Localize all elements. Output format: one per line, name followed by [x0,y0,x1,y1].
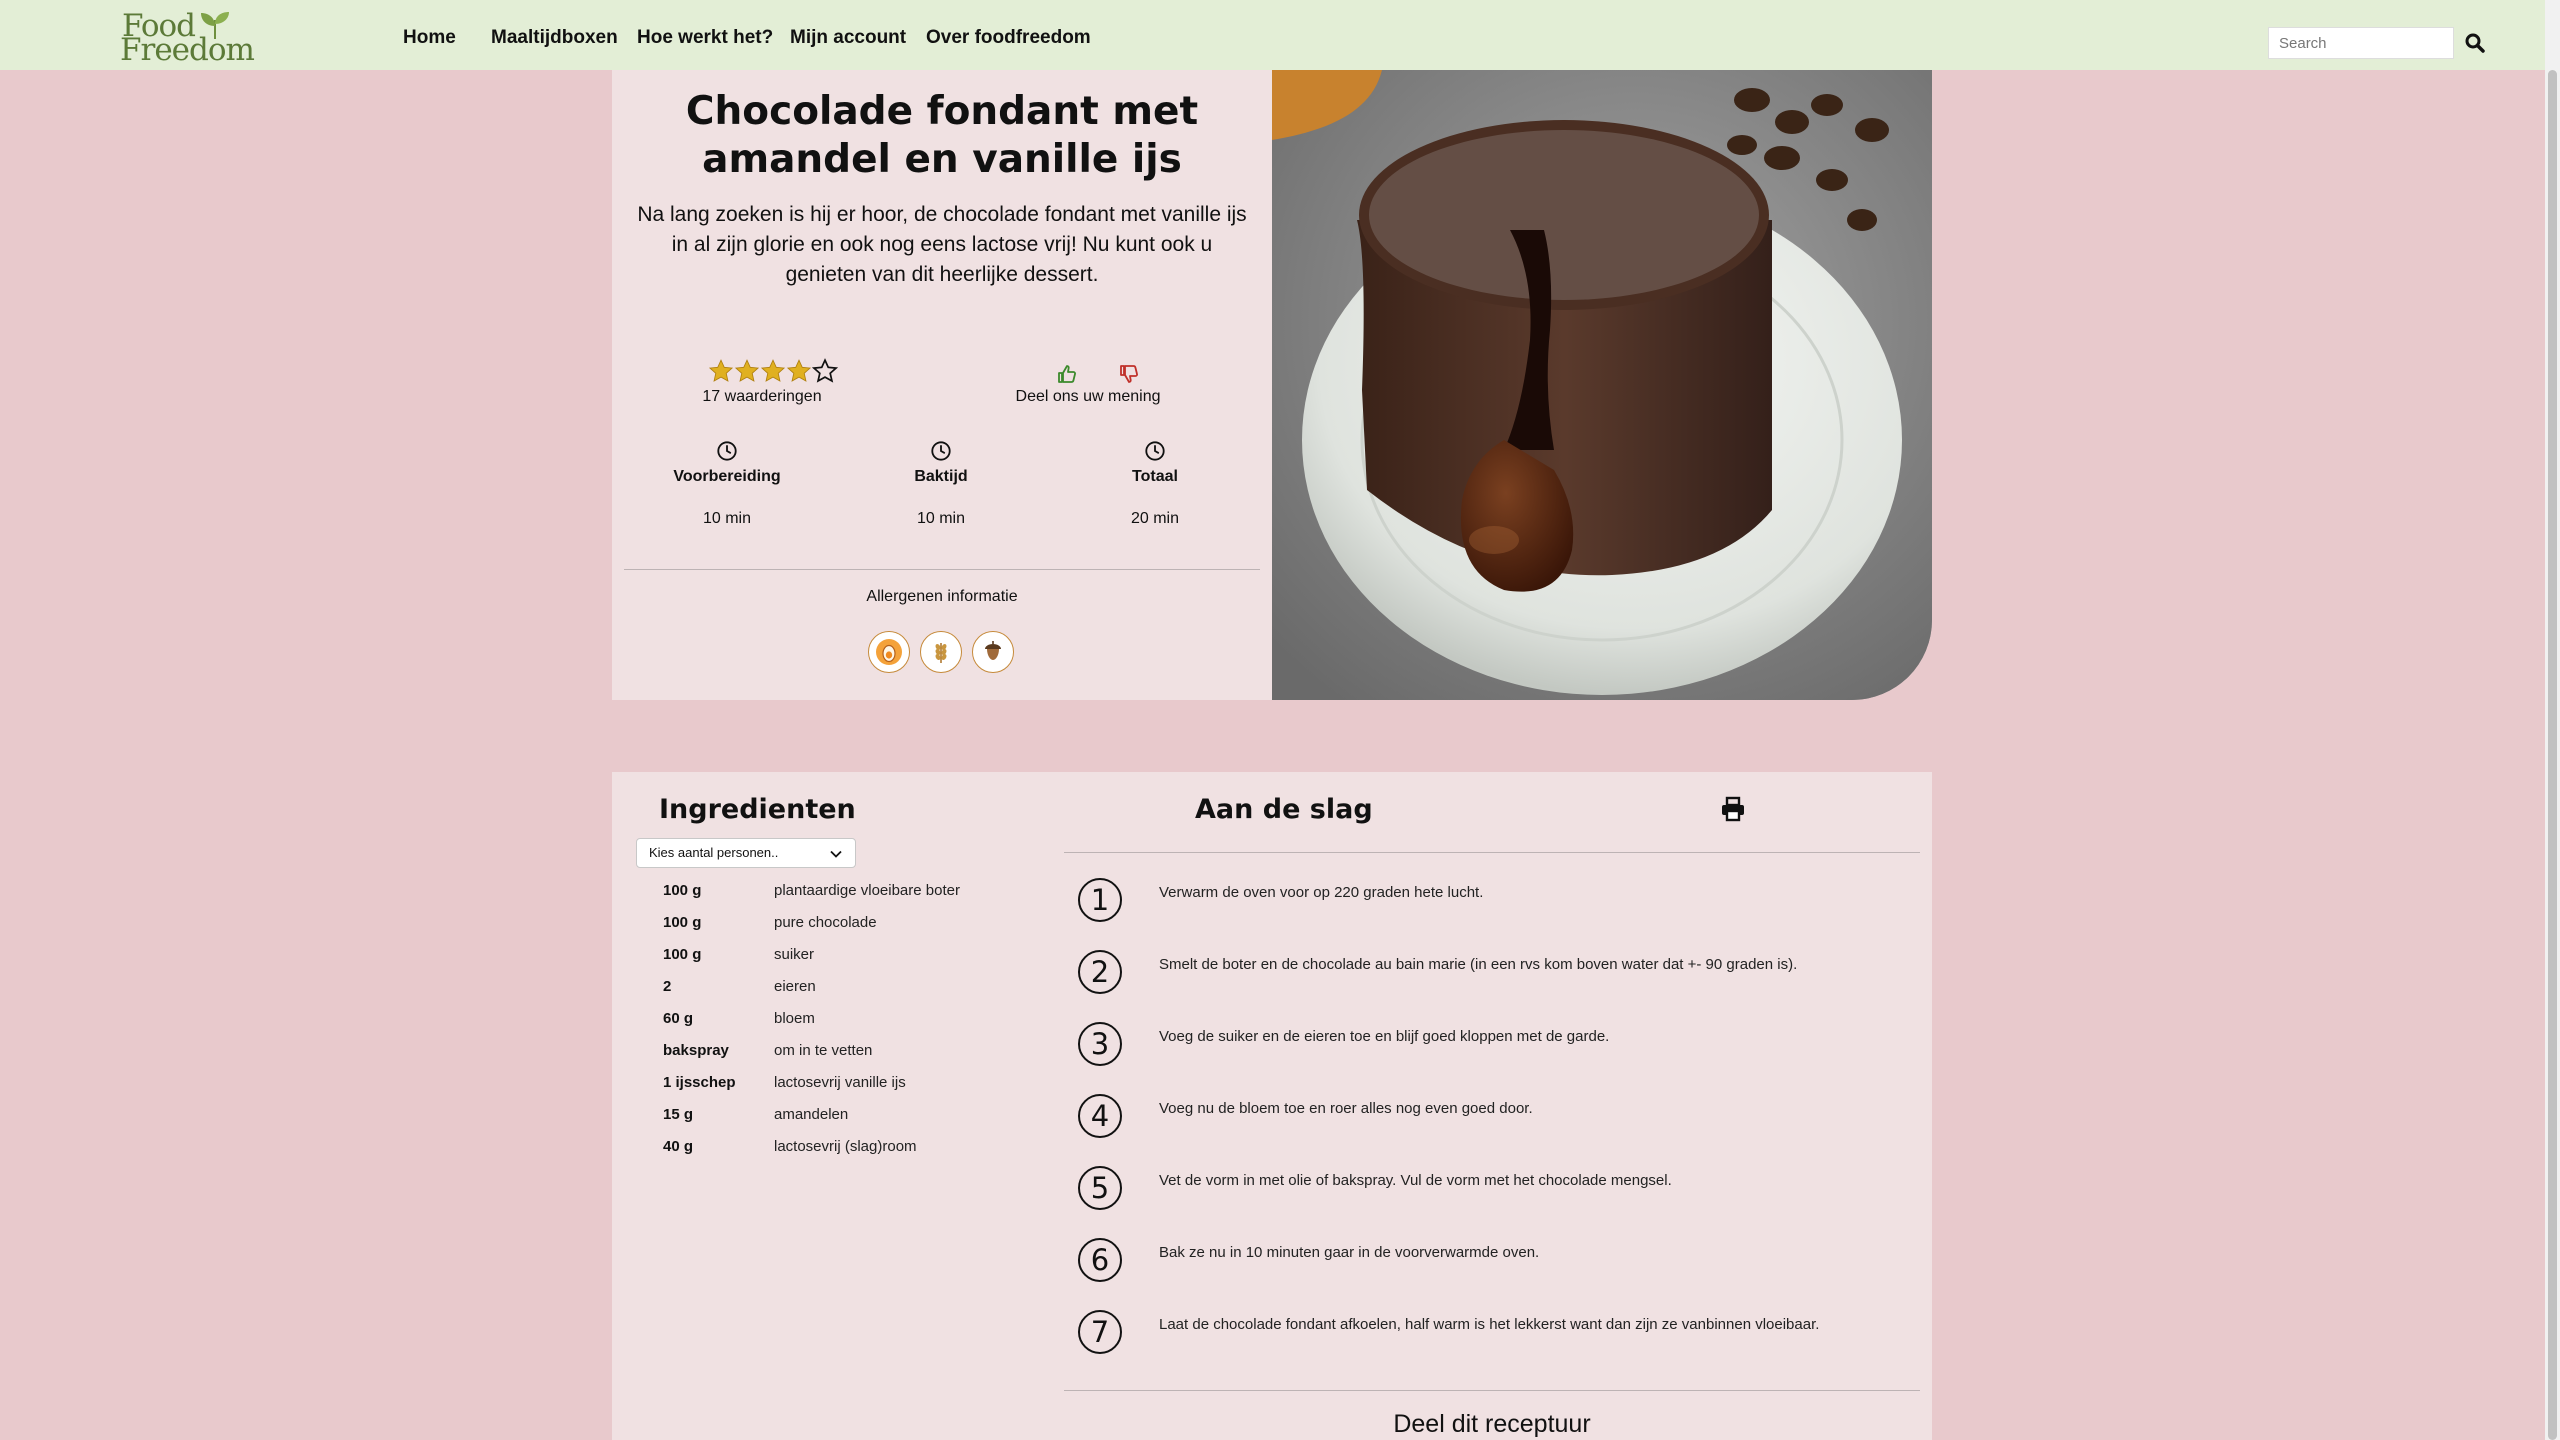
recipe-title: Chocolade fondant met amandel en vanille… [685,89,1199,182]
recipe-header-panel: Chocolade fondant met amandel en vanille… [612,70,1272,700]
ingredient-name: pure chocolade [774,914,877,931]
step-text: Voeg nu de bloem toe en roer alles nog e… [1159,1100,1533,1117]
clock-icon [717,441,737,461]
clock-icon [931,441,951,461]
ingredient-name: amandelen [774,1106,849,1123]
star-empty-icon[interactable] [812,358,838,384]
step-text: Vet de vorm in met olie of bakspray. Vul… [1159,1172,1672,1189]
recipe-intro: Na lang zoeken is hij er hoor, de chocol… [637,203,1247,286]
ingredient-name: bloem [774,1010,815,1027]
time-value: 10 min [702,510,752,527]
search-icon[interactable] [2463,31,2487,55]
rating-stars[interactable] [708,358,838,384]
time-label: Totaal [1132,468,1178,485]
egg-icon [868,631,910,673]
ingredient-amount: bakspray [663,1042,729,1059]
share-recipe-title: Deel dit receptuur [1393,1410,1591,1438]
scrollbar-thumb[interactable] [2548,70,2557,1440]
step-text: Bak ze nu in 10 minuten gaar in de voorv… [1159,1244,1540,1261]
step-number: 1 [1078,878,1122,922]
ingredient-name: eieren [774,978,816,995]
step-item: 4 Voeg nu de bloem toe en roer alles nog … [1078,1094,1898,1142]
time-baking: Baktijd 10 min [841,440,1041,528]
search-input[interactable] [2268,27,2454,59]
star-filled-icon[interactable] [734,358,760,384]
recipe-body-panel: Ingredienten Kies aantal personen.. 100 … [612,772,1932,1440]
ingredient-amount: 15 g [663,1106,694,1123]
star-filled-icon[interactable] [786,358,812,384]
step-item: 3 Voeg de suiker en de eieren toe en blij… [1078,1022,1898,1070]
step-item: 6 Bak ze nu in 10 minuten gaar in de voor… [1078,1238,1898,1286]
nav-link-maaltijdboxen[interactable]: Maaltijdboxen [491,27,618,49]
allergen-title: Allergenen informatie [866,588,1018,605]
time-value: 10 min [916,510,966,527]
step-item: 2 Smelt de boter en de chocolade au bain … [1078,950,1898,998]
share-divider [1064,1390,1920,1391]
nav-link-hoe-werkt-het[interactable]: Hoe werkt het? [637,27,773,49]
section-divider [624,569,1260,570]
ingredient-name: lactosevrij (slag)room [774,1138,917,1155]
step-text: Verwarm de oven voor op 220 graden hete … [1159,884,1484,901]
print-icon[interactable] [1720,796,1746,822]
step-text: Smelt de boter en de chocolade au bain m… [1159,956,1798,973]
step-number: 2 [1078,950,1122,994]
logo-text-freedom: Freedom [120,32,255,68]
ingredients-title: Ingredienten [659,794,856,825]
step-number: 5 [1078,1166,1122,1210]
nav-link-over-foodfreedom[interactable]: Over foodfreedom [926,27,1091,49]
time-preparation: Voorbereiding 10 min [627,440,827,528]
step-number: 6 [1078,1238,1122,1282]
step-item: 5 Vet de vorm in met olie of bakspray. Vu… [1078,1166,1898,1214]
top-navbar: Food Freedom Home Maaltijdboxen Hoe werk… [0,0,2545,70]
food-freedom-logo[interactable]: Food Freedom [120,8,255,66]
step-number: 3 [1078,1022,1122,1066]
page-scrollbar[interactable] [2545,0,2560,1440]
rating-count: 17 waarderingen [702,388,822,405]
nav-link-home[interactable]: Home [403,27,456,49]
step-number: 7 [1078,1310,1122,1354]
ingredient-name: om in te vetten [774,1042,873,1059]
nav-link-mijn-account[interactable]: Mijn account [790,27,906,49]
chocolate-fondant-image [1272,70,1932,700]
opinion-buttons [1055,362,1141,386]
opinion-label: Deel ons uw mening [1015,388,1161,405]
star-filled-icon[interactable] [708,358,734,384]
ingredient-amount: 60 g [663,1010,694,1027]
step-text: Voeg de suiker en de eieren toe en blijf… [1159,1028,1610,1045]
thumbs-down-icon[interactable] [1117,362,1141,386]
persons-select[interactable]: Kies aantal personen.. [636,838,856,868]
steps-divider [1064,852,1920,853]
step-item: 7 Laat de chocolade fondant afkoelen, hal… [1078,1310,1898,1358]
time-label: Baktijd [914,468,968,485]
ingredient-amount: 100 g [663,946,702,963]
ingredient-amount: 100 g [663,914,702,931]
ingredient-amount: 2 [663,978,672,995]
chevron-down-icon [830,850,842,858]
ingredient-amount: 100 g [663,882,702,899]
persons-select-value: Kies aantal personen.. [649,845,779,860]
ingredient-amount: 1 ijsschep [663,1074,736,1091]
step-number: 4 [1078,1094,1122,1138]
nut-icon [972,631,1014,673]
step-text: Laat de chocolade fondant afkoelen, half… [1159,1316,1820,1333]
ingredient-name: plantaardige vloeibare boter [774,882,960,899]
time-label: Voorbereiding [673,468,781,485]
star-filled-icon[interactable] [760,358,786,384]
ingredient-name: suiker [774,946,815,963]
time-total: Totaal 20 min [1055,440,1255,528]
steps-title: Aan de slag [1195,794,1373,825]
ingredient-name: lactosevrij vanille ijs [774,1074,906,1091]
time-value: 20 min [1130,510,1180,527]
recipe-photo [1272,70,1932,700]
step-item: 1 Verwarm de oven voor op 220 graden hete… [1078,878,1898,926]
wheat-icon [920,631,962,673]
thumbs-up-icon[interactable] [1055,362,1079,386]
clock-icon [1145,441,1165,461]
ingredient-amount: 40 g [663,1138,694,1155]
allergen-icons [868,631,1014,673]
leaf-icon [201,12,229,39]
